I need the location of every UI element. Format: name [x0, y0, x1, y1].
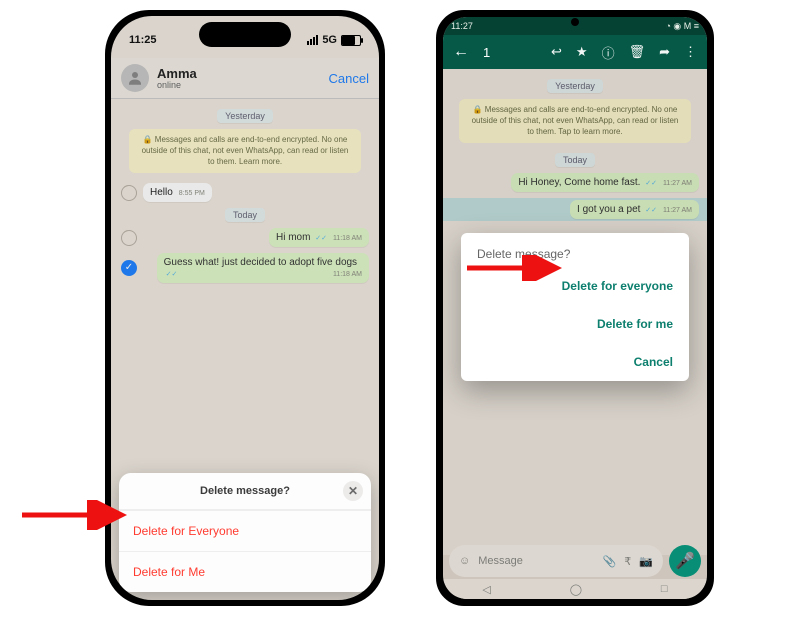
message-outgoing[interactable]: Hi mom 11:18 AM✓✓: [269, 228, 369, 247]
dynamic-island: [199, 22, 291, 47]
read-tick-icon: ✓✓: [315, 235, 327, 242]
star-icon[interactable]: ★: [576, 44, 588, 60]
android-frame: 11:27 ◔ ◉ M ≡ ← 1 ↩ ★ ⓘ 🗑 ➦ ⋮ Yesterday …: [436, 10, 714, 606]
close-icon[interactable]: ✕: [343, 481, 363, 501]
action-sheet: Delete message? ✕ Delete for Everyone De…: [119, 473, 371, 592]
info-icon[interactable]: ⓘ: [602, 43, 615, 62]
selection-toolbar: ← 1 ↩ ★ ⓘ 🗑 ➦ ⋮: [443, 35, 707, 69]
contact-name[interactable]: Amma: [157, 67, 197, 80]
status-icons: ◔ ◉ M ≡: [665, 21, 699, 32]
delete-for-me-button[interactable]: Delete for Me: [119, 551, 371, 592]
status-time: 11:25: [129, 34, 157, 46]
status-time: 11:27: [451, 21, 473, 31]
cancel-button[interactable]: Cancel: [329, 71, 369, 86]
network-label: 5G: [322, 34, 337, 46]
date-separator: Yesterday: [217, 109, 273, 123]
delete-for-everyone-button[interactable]: Delete for Everyone: [119, 510, 371, 551]
signal-icon: [307, 35, 318, 45]
battery-icon: [341, 35, 361, 46]
message-incoming[interactable]: Hello 8:55 PM: [143, 183, 212, 202]
person-icon: [126, 69, 144, 87]
date-separator: Today: [225, 208, 265, 222]
overflow-icon[interactable]: ⋮: [684, 44, 697, 60]
back-icon[interactable]: ←: [453, 43, 469, 61]
annotation-arrow: [22, 500, 127, 530]
delete-for-me-button[interactable]: Delete for me: [461, 305, 689, 343]
iphone-screen: 11:25 5G Amma online Cancel Yesterday: [111, 16, 379, 600]
punch-hole-camera: [571, 18, 579, 26]
select-circle[interactable]: [121, 230, 137, 246]
iphone-frame: 11:25 5G Amma online Cancel Yesterday: [105, 10, 385, 606]
selection-count: 1: [483, 45, 490, 60]
cancel-button[interactable]: Cancel: [461, 343, 689, 381]
sheet-title: Delete message? ✕: [119, 473, 371, 510]
forward-icon[interactable]: ➦: [659, 44, 670, 60]
select-circle-checked[interactable]: ✓: [121, 260, 137, 276]
delete-icon[interactable]: 🗑: [629, 44, 646, 60]
reply-icon[interactable]: ↩: [551, 44, 562, 60]
avatar[interactable]: [121, 64, 149, 92]
message-outgoing-selected[interactable]: Guess what! just decided to adopt five d…: [157, 253, 369, 283]
annotation-arrow: [467, 255, 562, 281]
read-tick-icon: ✓✓: [166, 271, 178, 278]
contact-status: online: [157, 80, 197, 90]
select-circle[interactable]: [121, 185, 137, 201]
chat-header: Amma online Cancel: [111, 58, 379, 99]
encryption-notice[interactable]: 🔒 Messages and calls are end-to-end encr…: [129, 129, 361, 173]
android-screen: 11:27 ◔ ◉ M ≡ ← 1 ↩ ★ ⓘ 🗑 ➦ ⋮ Yesterday …: [443, 17, 707, 599]
